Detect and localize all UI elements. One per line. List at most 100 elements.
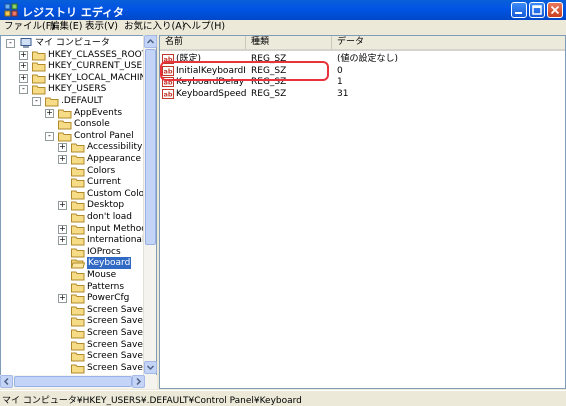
menu-favorites[interactable]: お気に入り(A): [124, 20, 185, 34]
list-header: 名前 種類 データ: [160, 36, 565, 51]
expand-icon[interactable]: +: [58, 154, 67, 164]
tree-item-label: don't load: [87, 212, 133, 222]
chevron-right-icon: [136, 377, 142, 386]
value-list[interactable]: 名前 種類 データ ab (既定) REG_SZ (値の設定なし) ab InitialK…: [159, 35, 566, 389]
column-data-header[interactable]: データ: [332, 36, 565, 49]
value-type: REG_SZ: [251, 88, 287, 99]
folder-icon: [71, 167, 85, 177]
folder-icon: [71, 213, 85, 223]
tree-item-label: .DEFAULT: [61, 96, 103, 106]
highlight-outline: [160, 61, 329, 81]
folder-icon: [71, 352, 85, 362]
folder-icon: [71, 225, 85, 235]
expand-icon[interactable]: +: [58, 235, 67, 246]
scroll-thumb[interactable]: [145, 49, 156, 245]
window-title: レジストリ エディタ: [22, 6, 125, 19]
chevron-left-icon: [3, 377, 9, 386]
tree-item-label: Desktop: [87, 200, 125, 211]
collapse-icon[interactable]: -: [19, 84, 28, 95]
string-value-icon: ab: [162, 88, 174, 99]
scroll-up-button[interactable]: [144, 35, 157, 48]
folder-icon: [71, 236, 85, 246]
horizontal-scroll-thumb[interactable]: [14, 376, 132, 387]
value-row[interactable]: ab KeyboardSpeed REG_SZ 31: [160, 88, 565, 100]
column-type-header[interactable]: 種類: [246, 36, 332, 49]
tree-item-label: Input Method: [87, 223, 147, 234]
tree-item-label: PowerCfg: [87, 293, 130, 304]
tree-item-label: HKEY_USERS: [48, 84, 107, 95]
minimize-icon: [515, 12, 522, 14]
close-button[interactable]: [547, 2, 563, 18]
collapse-icon[interactable]: -: [45, 131, 54, 141]
folder-icon: [58, 132, 72, 142]
folder-icon: [71, 143, 85, 153]
expand-icon[interactable]: +: [19, 61, 28, 72]
folder-icon: [71, 190, 85, 200]
status-path: マイ コンピュータ¥HKEY_USERS¥.DEFAULT¥Control Pa…: [2, 396, 302, 406]
tree-vertical-scrollbar[interactable]: [143, 35, 157, 375]
collapse-icon[interactable]: -: [32, 96, 41, 106]
tree-item-label: IOProcs: [87, 246, 121, 257]
expand-icon[interactable]: +: [58, 200, 67, 211]
computer-icon: [20, 38, 32, 48]
expand-icon[interactable]: +: [58, 224, 67, 234]
folder-icon: [58, 109, 72, 119]
registry-editor-icon: [4, 3, 18, 17]
menu-file[interactable]: ファイル(F): [4, 20, 55, 34]
expand-icon[interactable]: +: [58, 142, 67, 153]
tree-item-label: AppEvents: [74, 107, 123, 118]
folder-icon: [71, 248, 85, 258]
folder-icon: [71, 306, 85, 316]
key-tree[interactable]: - マイ コンピュータ + HKEY_CLASSES_ROOT + HKEY_CURREN…: [0, 35, 157, 389]
menu-view[interactable]: 表示(V): [85, 20, 118, 34]
value-data: (値の設定なし): [337, 54, 399, 64]
tree-item-label: Colors: [87, 165, 116, 176]
expand-icon[interactable]: +: [19, 50, 28, 60]
svg-text:ab: ab: [163, 90, 172, 98]
tree-horizontal-scrollbar[interactable]: [0, 375, 157, 389]
folder-icon: [71, 364, 85, 374]
menu-bar: ファイル(F) 編集(E) 表示(V) お気に入り(A) ヘルプ(H): [0, 20, 566, 34]
tree-item-label: マイ コンピュータ: [35, 38, 110, 48]
expand-icon[interactable]: +: [45, 108, 54, 118]
tree-item-label: Control Panel: [74, 130, 134, 141]
tree-item-label: Mouse: [87, 270, 117, 280]
folder-icon: [32, 85, 46, 95]
menu-help[interactable]: ヘルプ(H): [182, 20, 225, 34]
open-folder-icon: [71, 259, 85, 269]
scroll-down-button[interactable]: [144, 361, 157, 374]
scroll-right-button[interactable]: [132, 375, 145, 388]
tree-item-label: Patterns: [87, 281, 125, 292]
registry-editor-window: レジストリ エディタ ファイル(F) 編集(E) 表示(V) お気に入り(A) …: [0, 0, 566, 406]
tree-item-label: Appearance: [87, 154, 142, 164]
expand-icon[interactable]: +: [19, 73, 28, 83]
scroll-left-button[interactable]: [0, 375, 13, 388]
collapse-icon[interactable]: -: [6, 38, 15, 48]
tree-item-label: Console: [74, 119, 110, 130]
maximize-icon: [532, 5, 542, 15]
folder-icon: [71, 201, 85, 211]
tree-item-label: HKEY_LOCAL_MACHINE: [48, 72, 152, 83]
folder-icon: [58, 120, 72, 130]
value-data: 1: [337, 77, 343, 87]
folder-icon: [71, 329, 85, 339]
tree-item-label: Accessibility: [87, 142, 143, 153]
folder-icon: [71, 341, 85, 351]
chevron-up-icon: [146, 38, 155, 44]
expand-icon[interactable]: +: [58, 293, 67, 304]
folder-icon: [71, 271, 85, 281]
close-icon: [550, 5, 560, 15]
folder-icon: [71, 155, 85, 165]
title-bar[interactable]: レジストリ エディタ: [0, 0, 566, 20]
column-name-header[interactable]: 名前: [160, 36, 246, 49]
chevron-down-icon: [146, 365, 155, 371]
folder-icon: [71, 178, 85, 188]
maximize-button[interactable]: [529, 2, 545, 18]
menu-edit[interactable]: 編集(E): [50, 20, 82, 34]
folder-icon: [32, 74, 46, 84]
tree-item-label: Keyboard: [87, 257, 132, 270]
tree-item-label: HKEY_CLASSES_ROOT: [48, 49, 148, 60]
folder-icon: [32, 62, 46, 72]
tree-item-label: Current: [87, 177, 121, 188]
minimize-button[interactable]: [511, 2, 527, 18]
